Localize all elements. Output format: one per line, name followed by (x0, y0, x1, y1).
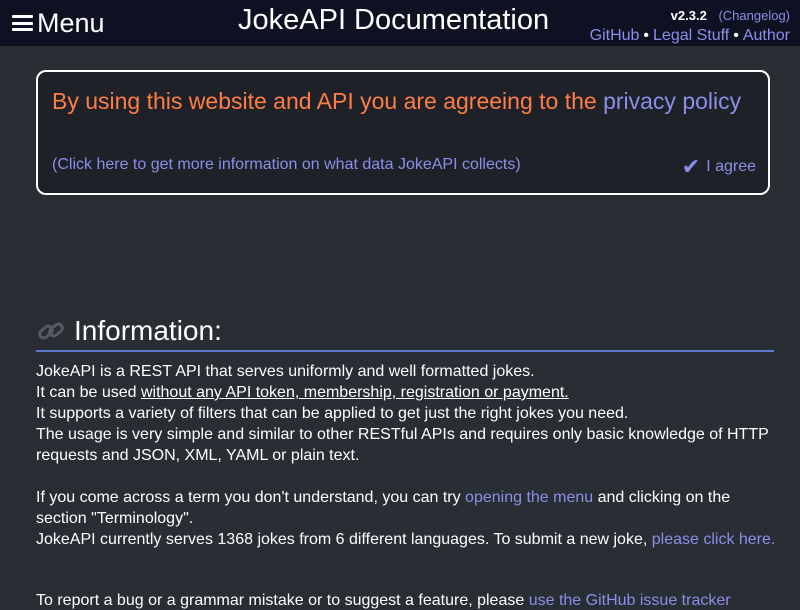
data-collection-info-link[interactable]: (Click here to get more information on w… (52, 156, 521, 174)
privacy-notice-text: By using this website and API you are ag… (52, 88, 604, 114)
privacy-policy-link[interactable]: privacy policy (603, 88, 741, 114)
page-title: JokeAPI Documentation (238, 4, 550, 36)
link-separator: • (733, 27, 739, 44)
info-paragraph: It can be used without any API token, me… (36, 382, 776, 403)
link-icon[interactable] (36, 318, 66, 344)
hamburger-icon (12, 15, 33, 31)
checkmark-icon: ✔ (681, 154, 701, 179)
section-title: Information: (74, 315, 222, 346)
privacy-banner: By using this website and API you are ag… (36, 70, 770, 195)
top-header: Menu JokeAPI Documentation v2.3.2 (Chang… (0, 0, 800, 46)
version-label: v2.3.2 (670, 8, 707, 23)
information-body: JokeAPI is a REST API that serves unifor… (36, 361, 776, 550)
open-menu-link[interactable]: opening the menu (465, 489, 593, 506)
agree-label: I agree (706, 158, 756, 175)
information-heading: Information: (36, 312, 774, 352)
github-link[interactable]: GitHub (590, 27, 640, 44)
info-paragraph: It supports a variety of filters that ca… (36, 405, 629, 422)
legal-stuff-link[interactable]: Legal Stuff (653, 27, 729, 44)
changelog-link[interactable]: (Changelog) (718, 8, 790, 23)
issue-tracker-link[interactable]: use the GitHub issue tracker (529, 592, 731, 609)
info-text: If you come across a term you don't unde… (36, 489, 466, 506)
info-paragraph: To report a bug or a grammar mistake or … (36, 592, 731, 610)
info-text: JokeAPI currently serves 1368 jokes from… (36, 531, 652, 548)
info-paragraph: If you come across a term you don't unde… (36, 487, 776, 529)
info-text: To report a bug or a grammar mistake or … (36, 592, 529, 609)
agree-button[interactable]: ✔ I agree (682, 154, 756, 180)
author-link[interactable]: Author (743, 27, 790, 44)
menu-button[interactable]: Menu (12, 6, 105, 40)
no-token-text: without any API token, membership, regis… (140, 384, 569, 401)
submit-joke-link[interactable]: please click here. (652, 531, 776, 548)
link-separator: • (643, 27, 650, 44)
info-paragraph: JokeAPI is a REST API that serves unifor… (36, 363, 535, 380)
version-info: v2.3.2 (Changelog) (671, 8, 790, 23)
info-text: It can be used (36, 384, 141, 401)
info-paragraph: JokeAPI currently serves 1368 jokes from… (36, 529, 776, 550)
header-links: GitHub • Legal Stuff • Author (590, 27, 790, 45)
privacy-notice: By using this website and API you are ag… (52, 88, 752, 114)
info-paragraph: The usage is very simple and similar to … (36, 426, 769, 464)
menu-label: Menu (37, 7, 105, 38)
